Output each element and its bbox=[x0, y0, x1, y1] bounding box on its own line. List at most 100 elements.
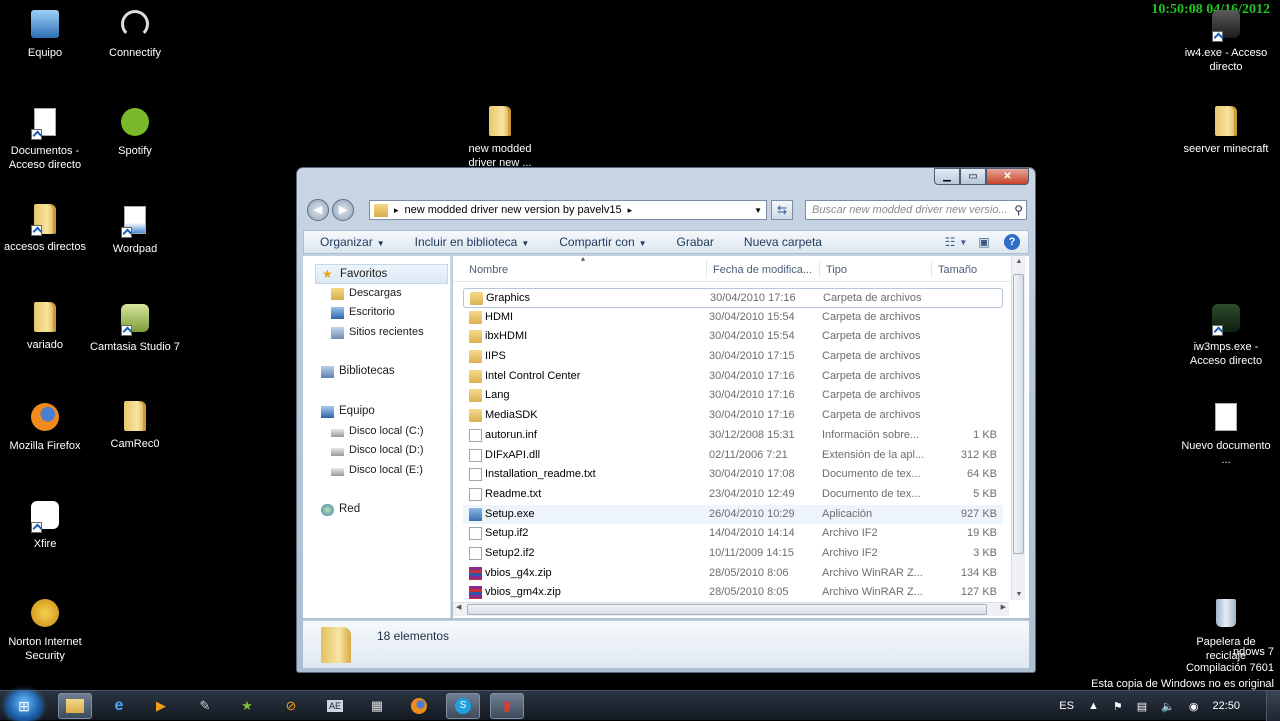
refresh-button[interactable]: ⇆ bbox=[771, 200, 793, 220]
start-button[interactable]: ⊞ bbox=[6, 691, 42, 721]
taskbar-app[interactable]: ⊘ bbox=[274, 693, 308, 719]
file-row[interactable]: MediaSDK 30/04/2010 17:16 Carpeta de archi… bbox=[463, 406, 1003, 426]
chevron-down-icon[interactable]: ▼ bbox=[754, 206, 762, 215]
nav-drive-c[interactable]: Disco local (C:) bbox=[303, 422, 450, 442]
burn-button[interactable]: Grabar bbox=[661, 235, 728, 249]
include-library-menu[interactable]: Incluir en biblioteca ▼ bbox=[399, 235, 544, 249]
show-desktop-button[interactable] bbox=[1266, 691, 1280, 721]
taskbar-media-player[interactable]: ▶ bbox=[144, 693, 178, 719]
file-row[interactable]: autorun.inf 30/12/2008 15:31 Información s… bbox=[463, 426, 1003, 446]
preview-pane-icon[interactable]: ▣ bbox=[974, 233, 994, 251]
file-row[interactable]: Installation_readme.txt 30/04/2010 17:08 D… bbox=[463, 465, 1003, 485]
taskbar-internet-explorer[interactable]: e bbox=[102, 693, 136, 719]
volume-icon[interactable]: 🔈 bbox=[1161, 700, 1175, 713]
scroll-right-icon[interactable]: ▶ bbox=[1001, 603, 1006, 611]
desktop-icon-camrec[interactable]: CamRec0 bbox=[90, 401, 180, 451]
explorer-window[interactable]: ▁ ▭ ✕ ◀ ▶ ▸ new modded driver new versio… bbox=[296, 167, 1036, 673]
column-header-size[interactable]: Tamaño bbox=[938, 264, 977, 276]
taskbar-app[interactable]: ▦ bbox=[360, 693, 394, 719]
file-row[interactable]: Graphics 30/04/2010 17:16 Carpeta de archi… bbox=[463, 288, 1003, 308]
language-indicator[interactable]: ES bbox=[1059, 700, 1074, 712]
organize-menu[interactable]: Organizar ▼ bbox=[304, 235, 399, 249]
new-folder-button[interactable]: Nueva carpeta bbox=[728, 235, 836, 249]
file-icon bbox=[469, 468, 482, 482]
search-icon[interactable]: ⚲ bbox=[1014, 203, 1023, 217]
desktop-icon-spotify[interactable]: Spotify bbox=[90, 106, 180, 158]
maximize-button[interactable]: ▭ bbox=[960, 168, 986, 185]
file-date: 02/11/2006 7:21 bbox=[709, 448, 788, 461]
nav-item-sitios-recientes[interactable]: Sitios recientes bbox=[303, 323, 450, 343]
desktop-icon-seerver[interactable]: seerver minecraft bbox=[1181, 106, 1271, 156]
desktop-icon-nuevo-doc[interactable]: Nuevo documento ... bbox=[1181, 401, 1271, 467]
taskbar-after-effects[interactable]: AE bbox=[318, 693, 352, 719]
desktop-icon-accesos[interactable]: accesos directos bbox=[0, 204, 90, 254]
close-button[interactable]: ✕ bbox=[986, 168, 1029, 185]
desktop-icon-connectify[interactable]: Connectify bbox=[90, 8, 180, 60]
back-button[interactable]: ◀ bbox=[307, 199, 329, 221]
tray-app-icon[interactable]: ◉ bbox=[1189, 700, 1199, 713]
scroll-thumb[interactable] bbox=[467, 604, 987, 615]
nav-item-descargas[interactable]: Descargas bbox=[303, 284, 450, 304]
file-row[interactable]: vbios_g4x.zip 28/05/2010 8:06 Archivo WinR… bbox=[463, 564, 1003, 584]
taskbar-firefox[interactable] bbox=[402, 693, 436, 719]
view-options-icon[interactable]: ☷ ▼ bbox=[945, 233, 968, 251]
nav-network[interactable]: Red bbox=[303, 500, 450, 520]
file-size: 3 KB bbox=[973, 546, 997, 559]
nav-favorites[interactable]: ★ Favoritos bbox=[315, 264, 448, 284]
desktop-icon-wordpad[interactable]: Wordpad bbox=[90, 204, 180, 256]
horizontal-scrollbar[interactable]: ◀ ▶ bbox=[453, 602, 1009, 616]
taskbar-explorer[interactable] bbox=[58, 693, 92, 719]
file-row[interactable]: Setup.if2 14/04/2010 14:14 Archivo IF2 19 K… bbox=[463, 524, 1003, 544]
taskbar-app[interactable]: ✎ bbox=[188, 693, 222, 719]
file-name: Setup.exe bbox=[485, 507, 535, 520]
desktop-icon-norton[interactable]: Norton Internet Security bbox=[0, 597, 90, 663]
column-header-name[interactable]: Nombre bbox=[469, 264, 508, 276]
scroll-thumb[interactable] bbox=[1013, 274, 1024, 554]
search-input[interactable]: Buscar new modded driver new versio... ⚲ bbox=[805, 200, 1027, 220]
forward-button[interactable]: ▶ bbox=[332, 199, 354, 221]
file-row[interactable]: Readme.txt 23/04/2010 12:49 Documento de t… bbox=[463, 485, 1003, 505]
minimize-button[interactable]: ▁ bbox=[934, 168, 960, 185]
taskbar-camtasia[interactable]: ★ bbox=[230, 693, 264, 719]
tray-clock[interactable]: 22:50 bbox=[1212, 700, 1240, 712]
nav-drive-d[interactable]: Disco local (D:) bbox=[303, 441, 450, 461]
desktop-icon-new-modded[interactable]: new modded driver new ... bbox=[455, 106, 545, 170]
file-type: Carpeta de archivos bbox=[822, 310, 921, 323]
nav-computer[interactable]: Equipo bbox=[303, 402, 450, 422]
file-row[interactable]: vbios_gm4x.zip 28/05/2010 8:05 Archivo Win… bbox=[463, 583, 1003, 603]
scroll-left-icon[interactable]: ◀ bbox=[456, 603, 461, 611]
file-row[interactable]: IIPS 30/04/2010 17:15 Carpeta de archivos bbox=[463, 347, 1003, 367]
nav-item-escritorio[interactable]: Escritorio bbox=[303, 303, 450, 323]
network-icon[interactable]: ▤ bbox=[1137, 700, 1147, 713]
file-row[interactable]: Setup.exe 26/04/2010 10:29 Aplicación 927 K… bbox=[463, 504, 1003, 525]
file-type: Carpeta de archivos bbox=[822, 350, 921, 363]
desktop-icon-iw4[interactable]: iw4.exe - Acceso directo bbox=[1181, 8, 1271, 74]
desktop-icon-documentos[interactable]: Documentos - Acceso directo bbox=[0, 106, 90, 172]
desktop-icon-variado[interactable]: variado bbox=[0, 302, 90, 352]
nav-drive-e[interactable]: Disco local (E:) bbox=[303, 461, 450, 481]
taskbar-skype[interactable]: S bbox=[446, 693, 480, 719]
nav-libraries[interactable]: Bibliotecas bbox=[303, 362, 450, 382]
scroll-up-icon[interactable]: ▲ bbox=[1012, 258, 1026, 265]
file-row[interactable]: ibxHDMI 30/04/2010 15:54 Carpeta de archiv… bbox=[463, 327, 1003, 347]
taskbar-recorder[interactable]: ▮ bbox=[490, 693, 524, 719]
scroll-down-icon[interactable]: ▼ bbox=[1012, 591, 1026, 598]
file-row[interactable]: HDMI 30/04/2010 15:54 Carpeta de archivos bbox=[463, 308, 1003, 328]
help-icon[interactable]: ? bbox=[1002, 233, 1022, 251]
desktop-icon-equipo[interactable]: Equipo bbox=[0, 8, 90, 60]
desktop-icon-iw3mps[interactable]: iw3mps.exe - Acceso directo bbox=[1181, 302, 1271, 368]
share-with-menu[interactable]: Compartir con ▼ bbox=[543, 235, 660, 249]
file-row[interactable]: Setup2.if2 10/11/2009 14:15 Archivo IF2 3 K… bbox=[463, 544, 1003, 564]
file-row[interactable]: Lang 30/04/2010 17:16 Carpeta de archivos bbox=[463, 386, 1003, 406]
flag-icon[interactable]: ⚑ bbox=[1113, 700, 1123, 713]
vertical-scrollbar[interactable]: ▲ ▼ bbox=[1011, 256, 1025, 600]
file-row[interactable]: DIFxAPI.dll 02/11/2006 7:21 Extensión de l… bbox=[463, 446, 1003, 466]
file-row[interactable]: Intel Control Center 30/04/2010 17:16 Carp… bbox=[463, 367, 1003, 387]
tray-arrow-icon[interactable]: ▲ bbox=[1088, 700, 1099, 712]
column-header-date[interactable]: Fecha de modifica... bbox=[713, 264, 812, 276]
address-bar[interactable]: ▸ new modded driver new version by pavel… bbox=[369, 200, 767, 220]
column-header-type[interactable]: Tipo bbox=[826, 264, 847, 276]
desktop-icon-firefox[interactable]: Mozilla Firefox bbox=[0, 401, 90, 453]
desktop-icon-xfire[interactable]: Xfire bbox=[0, 499, 90, 551]
desktop-icon-camtasia[interactable]: Camtasia Studio 7 bbox=[90, 302, 180, 354]
